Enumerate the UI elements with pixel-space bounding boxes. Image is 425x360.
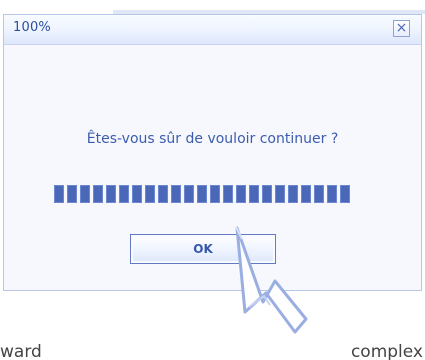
- dialog-title: 100%: [13, 20, 51, 35]
- progress-segment: [301, 185, 311, 203]
- progress-segment: [210, 185, 220, 203]
- arrow-cursor-icon: [235, 226, 308, 334]
- progress-segment: [223, 185, 233, 203]
- progress-segment: [171, 185, 181, 203]
- progress-segment: [327, 185, 337, 203]
- close-icon: ×: [395, 20, 408, 36]
- screenshot-scene: 100% × Êtes-vous sûr de vouloir continue…: [0, 0, 425, 360]
- dialog-titlebar: 100% ×: [4, 15, 421, 45]
- footer-right-text: complex: [350, 342, 423, 360]
- footer-left-text: ward: [0, 342, 42, 360]
- progress-segment: [288, 185, 298, 203]
- progress-segment: [184, 185, 194, 203]
- progress-segment: [197, 185, 207, 203]
- confirmation-message: Êtes-vous sûr de vouloir continuer ?: [86, 131, 339, 147]
- progress-segment: [249, 185, 259, 203]
- progress-segment: [119, 185, 129, 203]
- progress-segment: [158, 185, 168, 203]
- progress-segment: [67, 185, 77, 203]
- progress-segment: [106, 185, 116, 203]
- progress-segment: [262, 185, 272, 203]
- progress-segment: [314, 185, 324, 203]
- progress-segment: [145, 185, 155, 203]
- progress-segment: [132, 185, 142, 203]
- progress-segment: [340, 185, 350, 203]
- dialog-window: 100% × Êtes-vous sûr de vouloir continue…: [3, 14, 422, 291]
- progress-segment: [54, 185, 64, 203]
- progress-bar: [54, 185, 365, 203]
- close-button[interactable]: ×: [393, 20, 410, 37]
- progress-segment: [275, 185, 285, 203]
- progress-segment: [236, 185, 246, 203]
- progress-segment: [80, 185, 90, 203]
- progress-segment: [93, 185, 103, 203]
